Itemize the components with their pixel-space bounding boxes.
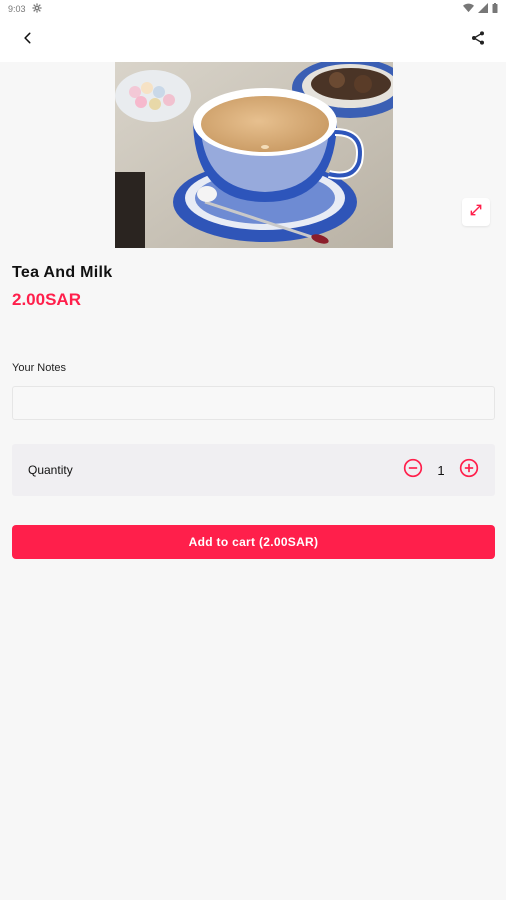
decrement-button[interactable] xyxy=(403,458,423,483)
battery-icon xyxy=(492,3,498,15)
product-image[interactable] xyxy=(115,62,393,248)
wifi-icon xyxy=(463,3,474,15)
notes-label: Your Notes xyxy=(12,362,67,374)
share-button[interactable] xyxy=(464,26,492,54)
product-price: 2.00SAR xyxy=(12,290,81,309)
signal-icon xyxy=(478,3,488,15)
plus-circle-icon xyxy=(459,458,479,483)
quantity-label: Quantity xyxy=(28,463,73,477)
minus-circle-icon xyxy=(403,458,423,483)
notes-input[interactable] xyxy=(12,386,495,420)
expand-icon xyxy=(469,203,483,222)
settings-gear-icon xyxy=(31,3,42,15)
app-bar xyxy=(0,18,506,62)
status-bar: 9:03 xyxy=(0,0,506,18)
quantity-value: 1 xyxy=(437,462,445,478)
share-icon xyxy=(470,30,486,51)
increment-button[interactable] xyxy=(459,458,479,483)
back-button[interactable] xyxy=(14,26,42,54)
add-to-cart-button[interactable]: Add to cart (2.00SAR) xyxy=(12,525,495,559)
quantity-stepper: Quantity 1 xyxy=(12,444,495,496)
expand-image-button[interactable] xyxy=(462,198,490,226)
status-time: 9:03 xyxy=(8,4,26,14)
chevron-left-icon xyxy=(21,31,35,50)
product-name: Tea And Milk xyxy=(12,264,113,281)
